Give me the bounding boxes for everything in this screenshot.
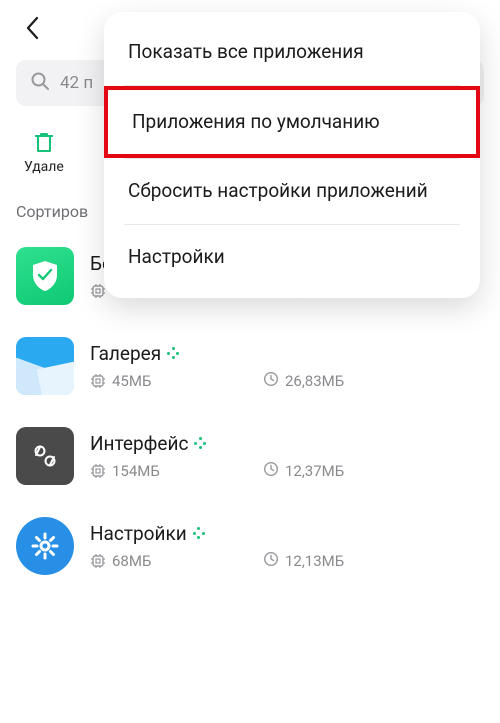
app-name: Галерея (90, 342, 161, 365)
running-indicator-icon (194, 437, 206, 449)
chevron-left-icon (25, 16, 39, 40)
search-text: 42 п (60, 73, 93, 93)
app-data: 12,37МБ (285, 462, 344, 480)
app-icon-gallery (16, 337, 74, 395)
chip-icon (90, 463, 106, 479)
app-row[interactable]: Галерея 45МБ 26,83МБ (16, 321, 484, 411)
toolbar-label: Удале (24, 159, 64, 175)
app-icon-interface (16, 427, 74, 485)
toolbar-uninstall[interactable]: Удале (16, 125, 72, 179)
running-indicator-icon (167, 347, 179, 359)
app-row[interactable]: Настройки 68МБ 12,13МБ (16, 501, 484, 591)
menu-item-settings[interactable]: Настройки (104, 225, 480, 290)
overflow-menu: Показать все приложения Приложения по ум… (104, 12, 480, 298)
app-storage: 68МБ (112, 552, 151, 570)
menu-item-show-all[interactable]: Показать все приложения (104, 20, 480, 85)
chip-icon (90, 553, 106, 569)
app-data: 26,83МБ (285, 372, 344, 390)
app-name: Интерфейс (90, 432, 188, 455)
app-storage: 45МБ (112, 372, 151, 390)
app-icon-security (16, 247, 74, 305)
trash-icon (31, 129, 57, 155)
app-name: Настройки (90, 522, 187, 545)
back-button[interactable] (12, 8, 52, 48)
menu-item-reset-prefs[interactable]: Сбросить настройки приложений (104, 159, 480, 224)
chip-icon (90, 373, 106, 389)
clock-icon (263, 461, 279, 481)
app-storage: 154МБ (112, 462, 160, 480)
clock-icon (263, 371, 279, 391)
menu-item-default-apps[interactable]: Приложения по умолчанию (104, 86, 480, 159)
app-icon-settings (16, 517, 74, 575)
app-row[interactable]: Интерфейс 154МБ 12,37МБ (16, 411, 484, 501)
search-icon (30, 71, 50, 96)
running-indicator-icon (193, 527, 205, 539)
clock-icon (263, 551, 279, 571)
app-data: 12,13МБ (285, 552, 344, 570)
